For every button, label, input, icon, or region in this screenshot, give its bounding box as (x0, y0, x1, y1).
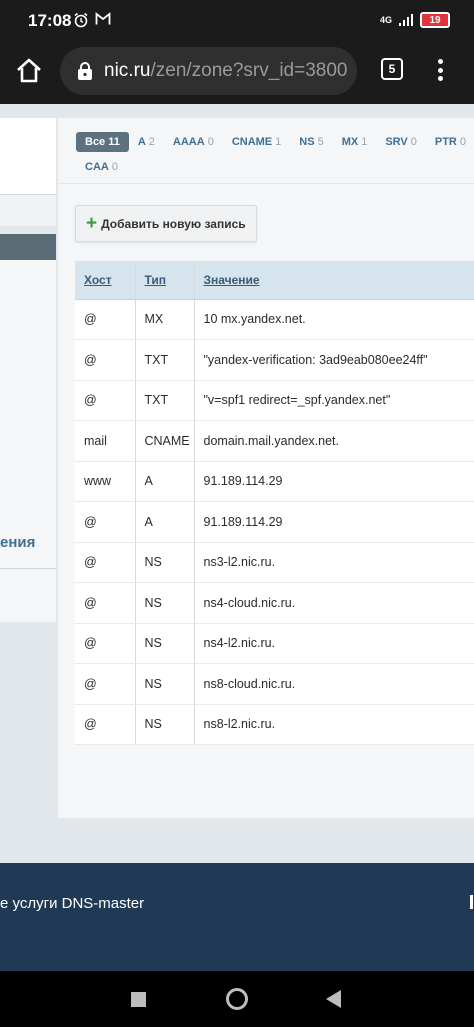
cell-value: "yandex-verification: 3ad9eab080ee24ff" (194, 339, 474, 381)
column-host[interactable]: Хост (75, 261, 136, 300)
table-row[interactable]: @ NS ns4-cloud.nic.ru. (75, 582, 474, 624)
cell-type: NS (135, 663, 195, 705)
filter-cname[interactable]: CNAME 1 (223, 132, 290, 152)
filter-caa[interactable]: CAA 0 (76, 157, 127, 177)
table-row[interactable]: www A 91.189.114.29 (75, 461, 474, 502)
filter-all[interactable]: Все 11 (76, 132, 129, 152)
column-value[interactable]: Значение (194, 261, 474, 300)
cell-value: 10 mx.yandex.net. (194, 299, 474, 340)
browser-toolbar: nic.ru/zen/zone?srv_id=3800 5 (0, 42, 474, 104)
cell-host: @ (75, 339, 136, 381)
cell-type: CNAME (135, 420, 195, 462)
cell-value: "v=spf1 redirect=_spf.yandex.net" (194, 380, 474, 421)
cell-type: A (135, 501, 195, 543)
sidebar-divider (0, 568, 56, 569)
filter-ptr[interactable]: PTR 0 (426, 132, 474, 152)
table-row[interactable]: @ NS ns4-l2.nic.ru. (75, 623, 474, 664)
home-nav-icon[interactable] (226, 988, 248, 1010)
signal-icon (399, 14, 413, 26)
dns-records-panel: Все 11 A2 AAAA 0 CNAME 1 NS 5 MX 1 SRV 0 PTR 0 … (58, 118, 474, 818)
cell-type: A (135, 461, 195, 502)
recents-icon[interactable] (131, 992, 146, 1007)
table-row[interactable]: @ NS ns8-l2.nic.ru. (75, 704, 474, 745)
cell-type: MX (135, 299, 195, 340)
sidebar-active-item[interactable] (0, 234, 56, 260)
cell-type: NS (135, 542, 195, 583)
url-path: /zen/zone?srv_id=3800 (150, 60, 348, 81)
table-row[interactable]: @ MX 10 mx.yandex.net. (75, 299, 474, 340)
cell-host: www (75, 461, 136, 502)
filter-aaaa[interactable]: AAAA 0 (164, 132, 223, 152)
table-row[interactable]: @ NS ns3-l2.nic.ru. (75, 542, 474, 583)
page-footer: е услуги DNS-master (0, 863, 474, 971)
sidebar-strip (0, 194, 56, 226)
cell-host: @ (75, 623, 136, 664)
table-header-row: Хост Тип Значение (75, 261, 474, 300)
cell-type: NS (135, 582, 195, 624)
battery-icon: 19 (420, 12, 450, 28)
address-bar[interactable]: nic.ru/zen/zone?srv_id=3800 (60, 47, 357, 95)
dns-records-table: Хост Тип Значение @ MX 10 mx.yandex.net. @ T… (75, 261, 474, 745)
cell-value: domain.mail.yandex.net. (194, 420, 474, 462)
status-time: 17:08 (28, 11, 72, 30)
sidebar-panel (0, 118, 56, 194)
footer-text[interactable]: е услуги DNS-master (0, 895, 144, 912)
filter-a[interactable]: A2 (129, 132, 164, 152)
lock-icon (78, 62, 92, 80)
cell-value: ns3-l2.nic.ru. (194, 542, 474, 583)
cell-host: @ (75, 380, 136, 421)
notification-icons (73, 12, 111, 28)
filter-row-1: Все 11 A2 AAAA 0 CNAME 1 NS 5 MX 1 SRV 0 PTR 0 (76, 132, 474, 152)
overflow-menu-icon[interactable] (436, 56, 444, 84)
add-record-label: Добавить новую запись (101, 216, 246, 231)
status-right: 4G 19 (380, 12, 450, 28)
home-icon[interactable] (14, 56, 44, 86)
tab-switcher-button[interactable]: 5 (381, 58, 403, 80)
table-row[interactable]: @ TXT "v=spf1 redirect=_spf.yandex.net" (75, 380, 474, 421)
network-label: 4G (379, 15, 392, 25)
record-type-filters: Все 11 A2 AAAA 0 CNAME 1 NS 5 MX 1 SRV 0 PTR 0 … (58, 118, 474, 184)
cell-type: NS (135, 704, 195, 745)
back-icon[interactable] (326, 990, 341, 1008)
system-nav-bar (0, 971, 474, 1027)
filter-row-2: CAA 0 (76, 157, 127, 177)
filter-ns[interactable]: NS 5 (290, 132, 332, 152)
table-row[interactable]: @ A 91.189.114.29 (75, 501, 474, 543)
cell-host: @ (75, 663, 136, 705)
add-record-button[interactable]: + Добавить новую запись (75, 205, 257, 242)
filter-mx[interactable]: MX 1 (333, 132, 377, 152)
url-host: nic.ru (104, 60, 151, 81)
cell-host: @ (75, 704, 136, 745)
cell-type: TXT (135, 339, 195, 381)
table-row[interactable]: @ NS ns8-cloud.nic.ru. (75, 663, 474, 705)
cell-type: NS (135, 623, 195, 664)
cell-value: ns4-l2.nic.ru. (194, 623, 474, 664)
cell-value: ns8-l2.nic.ru. (194, 704, 474, 745)
cell-host: @ (75, 501, 136, 543)
table-row[interactable]: mail CNAME domain.mail.yandex.net. (75, 420, 474, 462)
table-row[interactable]: @ TXT "yandex-verification: 3ad9eab080ee24… (75, 339, 474, 381)
cell-host: mail (75, 420, 136, 462)
cell-value: 91.189.114.29 (194, 461, 474, 502)
sidebar-link[interactable]: ения (0, 534, 56, 551)
plus-icon: + (86, 213, 98, 234)
table-body: @ MX 10 mx.yandex.net. @ TXT "yandex-verifica… (75, 299, 474, 745)
filter-srv[interactable]: SRV 0 (376, 132, 426, 152)
status-bar: 17:08 4G 19 (0, 0, 474, 42)
footer-mark (470, 895, 473, 909)
cell-host: @ (75, 299, 136, 340)
cell-host: @ (75, 582, 136, 624)
column-type[interactable]: Тип (135, 261, 195, 300)
alarm-icon (74, 12, 88, 28)
cell-value: ns8-cloud.nic.ru. (194, 663, 474, 705)
cell-value: ns4-cloud.nic.ru. (194, 582, 474, 624)
gmail-icon (95, 12, 111, 25)
cell-type: TXT (135, 380, 195, 421)
cell-host: @ (75, 542, 136, 583)
cell-value: 91.189.114.29 (194, 501, 474, 543)
